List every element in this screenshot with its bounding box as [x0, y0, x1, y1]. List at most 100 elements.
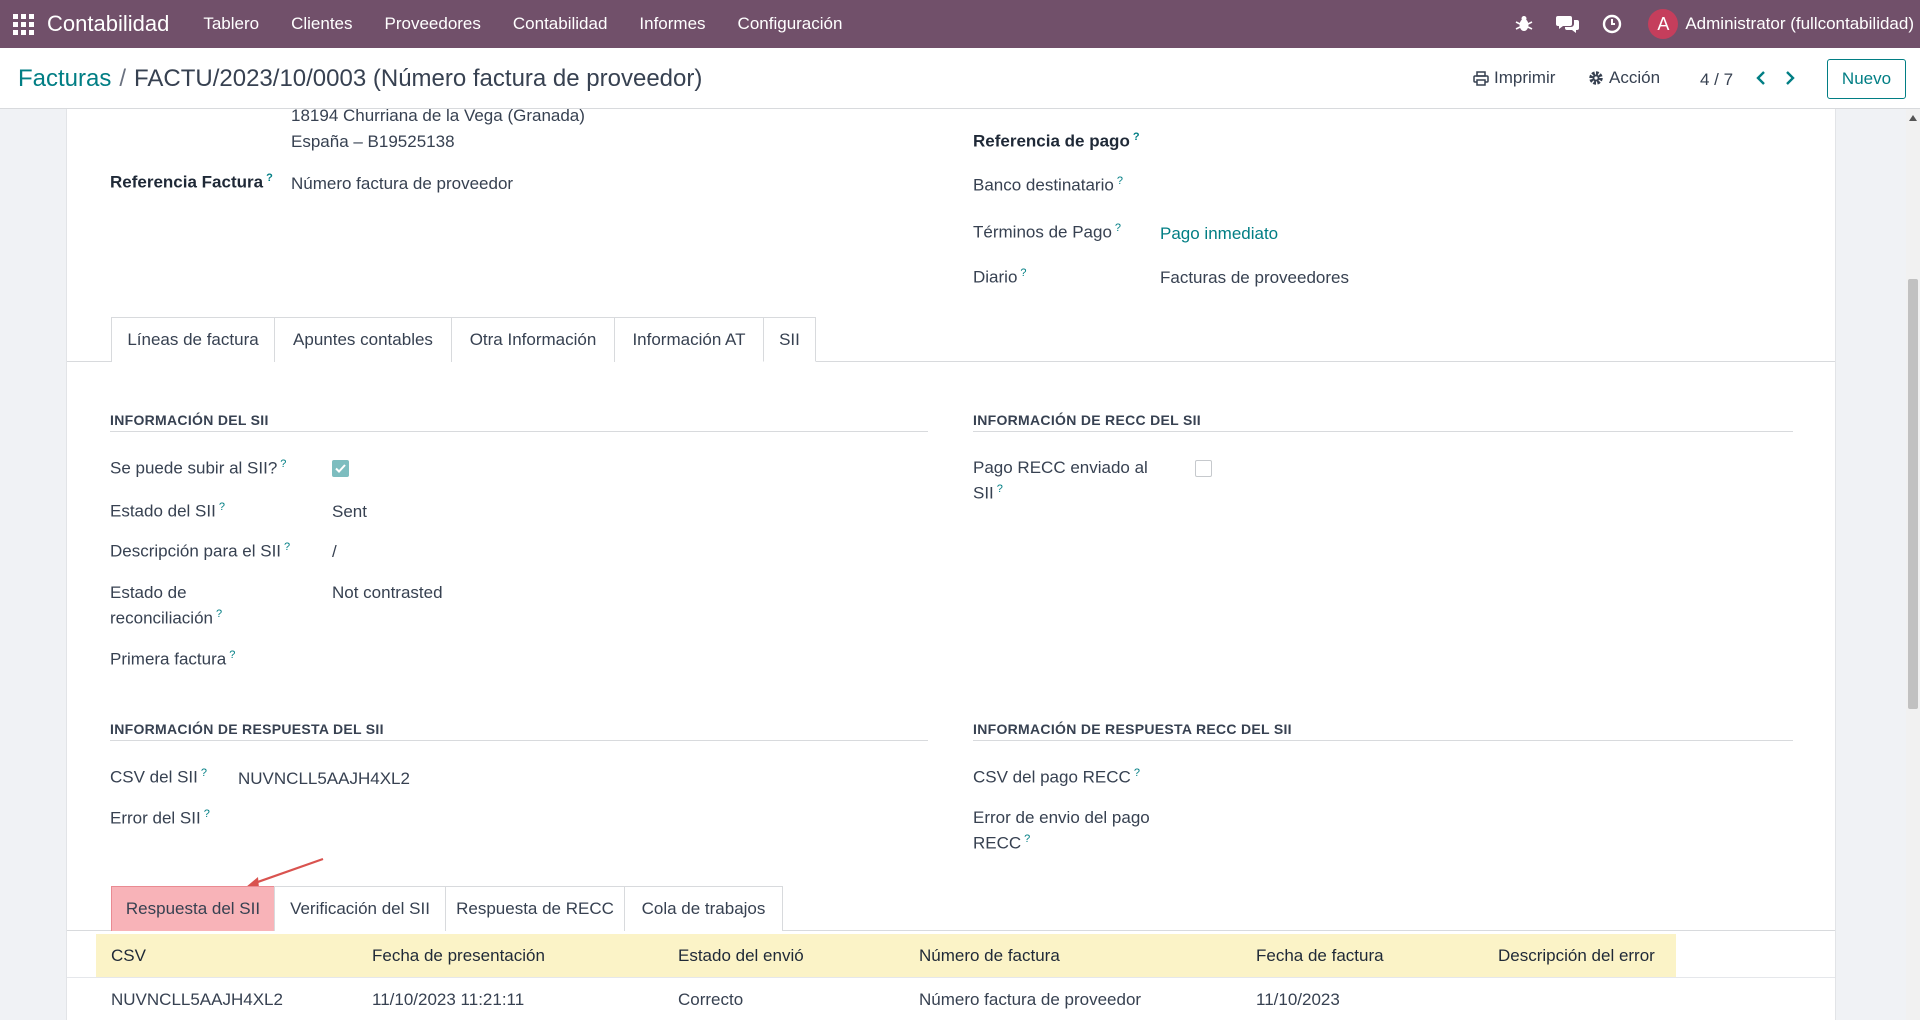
cell-numero-factura: Número factura de proveedor	[919, 990, 1142, 1009]
help-icon[interactable]: ?	[280, 458, 286, 470]
user-avatar[interactable]: A	[1648, 9, 1679, 39]
apps-grid-icon[interactable]	[12, 13, 34, 35]
column-header-numero-factura[interactable]: Número de factura	[919, 946, 1060, 966]
scroll-up-arrow-icon[interactable]	[1909, 115, 1917, 121]
sii-state-label: Estado del SII?	[110, 501, 225, 521]
breadcrumb-current: FACTU/2023/10/0003 (Número factura de pr…	[134, 65, 703, 92]
help-icon[interactable]: ?	[1134, 767, 1140, 779]
checkmark-icon	[335, 464, 346, 473]
payment-terms-label: Términos de Pago?	[973, 222, 1122, 242]
help-icon[interactable]: ?	[1024, 833, 1030, 845]
recc-sent-label-line1: Pago RECC enviado al	[973, 458, 1148, 477]
action-button[interactable]: Acción	[1588, 68, 1660, 88]
invoice-ref-field[interactable]: Número factura de proveedor	[291, 174, 513, 194]
help-icon[interactable]: ?	[1133, 131, 1140, 143]
journal-field[interactable]: Facturas de proveedores	[1160, 268, 1349, 288]
subtab-cola-trabajos[interactable]: Cola de trabajos	[624, 886, 783, 931]
tab-sii[interactable]: SII	[763, 317, 816, 362]
pager-next-icon[interactable]	[1781, 68, 1799, 88]
menu-tablero[interactable]: Tablero	[203, 14, 259, 34]
bank-label: Banco destinatario?	[973, 175, 1123, 195]
tab-lineas-factura[interactable]: Líneas de factura	[111, 317, 275, 362]
column-header-fecha-factura[interactable]: Fecha de factura	[1256, 946, 1384, 966]
help-icon[interactable]: ?	[997, 483, 1003, 495]
help-icon[interactable]: ?	[216, 608, 222, 620]
help-icon[interactable]: ?	[266, 172, 273, 184]
help-icon[interactable]: ?	[229, 649, 235, 661]
control-panel: Facturas / FACTU/2023/10/0003 (Número fact…	[0, 48, 1920, 109]
payment-terms-field[interactable]: Pago inmediato	[1160, 224, 1278, 244]
help-icon[interactable]: ?	[284, 541, 290, 553]
sii-state-field[interactable]: Sent	[332, 502, 367, 522]
sii-csv-field[interactable]: NUVNCLL5AAJH4XL2	[238, 769, 410, 789]
help-icon[interactable]: ?	[1020, 267, 1026, 279]
chat-icon[interactable]	[1556, 12, 1580, 36]
reconciliation-field[interactable]: Not contrasted	[332, 583, 443, 603]
tab-apuntes-contables[interactable]: Apuntes contables	[274, 317, 452, 362]
breadcrumb: Facturas / FACTU/2023/10/0003 (Número fact…	[18, 65, 702, 93]
cell-fecha-factura: 11/10/2023	[1256, 990, 1340, 1009]
sii-error-label: Error del SII?	[110, 808, 210, 828]
menu-informes[interactable]: Informes	[639, 14, 705, 34]
partner-country-vat: España – B19525138	[291, 132, 455, 151]
recc-response-title: INFORMACIÓN DE RESPUESTA RECC DEL SII	[973, 721, 1292, 737]
menu-configuracion[interactable]: Configuración	[738, 14, 843, 34]
separator-line	[973, 431, 1793, 432]
new-button[interactable]: Nuevo	[1827, 59, 1906, 99]
sii-response-title: INFORMACIÓN DE RESPUESTA DEL SII	[110, 721, 384, 737]
user-menu[interactable]: Administrator (fullcontabilidad)	[1685, 14, 1914, 34]
breadcrumb-separator: /	[119, 65, 127, 92]
invoice-ref-label: Referencia Factura?	[110, 172, 273, 192]
pager-value[interactable]: 4 / 7	[1700, 70, 1733, 90]
gear-icon	[1589, 71, 1603, 85]
table-header: CSV Fecha de presentación Estado del env…	[96, 934, 1676, 977]
clock-icon[interactable]	[1600, 12, 1624, 36]
tab-informacion-at[interactable]: Información AT	[614, 317, 764, 362]
column-header-fecha-presentacion[interactable]: Fecha de presentación	[372, 946, 545, 966]
separator-line	[110, 740, 928, 741]
help-icon[interactable]: ?	[1115, 222, 1121, 234]
action-label: Acción	[1609, 68, 1661, 87]
tab-otra-informacion[interactable]: Otra Información	[451, 317, 615, 362]
app-brand[interactable]: Contabilidad	[47, 11, 169, 37]
help-icon[interactable]: ?	[201, 767, 207, 779]
reconciliation-label: reconciliación?	[110, 608, 223, 628]
recc-info-title: INFORMACIÓN DE RECC DEL SII	[973, 412, 1201, 428]
navbar-systray: A Administrator (fullcontabilidad)	[1502, 0, 1914, 48]
first-invoice-label: Primera factura?	[110, 649, 236, 669]
column-header-estado-envio[interactable]: Estado del envió	[678, 946, 804, 966]
column-header-descripcion-error[interactable]: Descripción del error	[1498, 946, 1655, 966]
menu-clientes[interactable]: Clientes	[291, 14, 352, 34]
scrollbar-thumb[interactable]	[1908, 279, 1918, 709]
top-navbar: Contabilidad Tablero Clientes Proveedore…	[0, 0, 1920, 48]
form-sheet: 18194 Churriana de la Vega (Granada) Esp…	[66, 109, 1836, 1020]
bug-icon[interactable]	[1512, 12, 1536, 36]
subtab-respuesta-sii[interactable]: Respuesta del SII	[111, 886, 275, 931]
pager-previous-icon[interactable]	[1752, 68, 1770, 88]
cell-fecha-presentacion: 11/10/2023 11:21:11	[372, 990, 525, 1009]
printer-icon	[1473, 70, 1489, 86]
table-row[interactable]: NUVNCLL5AAJH4XL2 11/10/2023 11:21:11 Cor…	[67, 977, 1835, 1019]
menu-contabilidad[interactable]: Contabilidad	[513, 14, 608, 34]
separator-line	[973, 740, 1793, 741]
journal-label: Diario?	[973, 267, 1027, 287]
column-header-csv[interactable]: CSV	[111, 946, 146, 966]
partner-address: 18194 Churriana de la Vega (Granada)	[291, 109, 585, 125]
recc-error-label-line1: Error de envio del pago	[973, 808, 1150, 827]
help-icon[interactable]: ?	[219, 501, 225, 513]
page-scrollbar[interactable]	[1906, 109, 1920, 1020]
help-icon[interactable]: ?	[1117, 175, 1123, 187]
subtab-verificacion-sii[interactable]: Verificación del SII	[274, 886, 446, 931]
recc-csv-label: CSV del pago RECC?	[973, 767, 1140, 787]
cell-csv: NUVNCLL5AAJH4XL2	[111, 990, 283, 1009]
menu-proveedores[interactable]: Proveedores	[385, 14, 481, 34]
print-button[interactable]: Imprimir	[1473, 68, 1555, 88]
recc-sent-checkbox[interactable]	[1195, 460, 1212, 477]
help-icon[interactable]: ?	[204, 808, 210, 820]
reconciliation-label-line1: Estado de	[110, 583, 187, 602]
sii-info-title: INFORMACIÓN DEL SII	[110, 412, 269, 428]
subtab-respuesta-recc[interactable]: Respuesta de RECC	[445, 886, 625, 931]
sii-description-field[interactable]: /	[332, 542, 337, 562]
can-upload-checkbox[interactable]	[332, 460, 349, 477]
breadcrumb-facturas[interactable]: Facturas	[18, 65, 111, 92]
